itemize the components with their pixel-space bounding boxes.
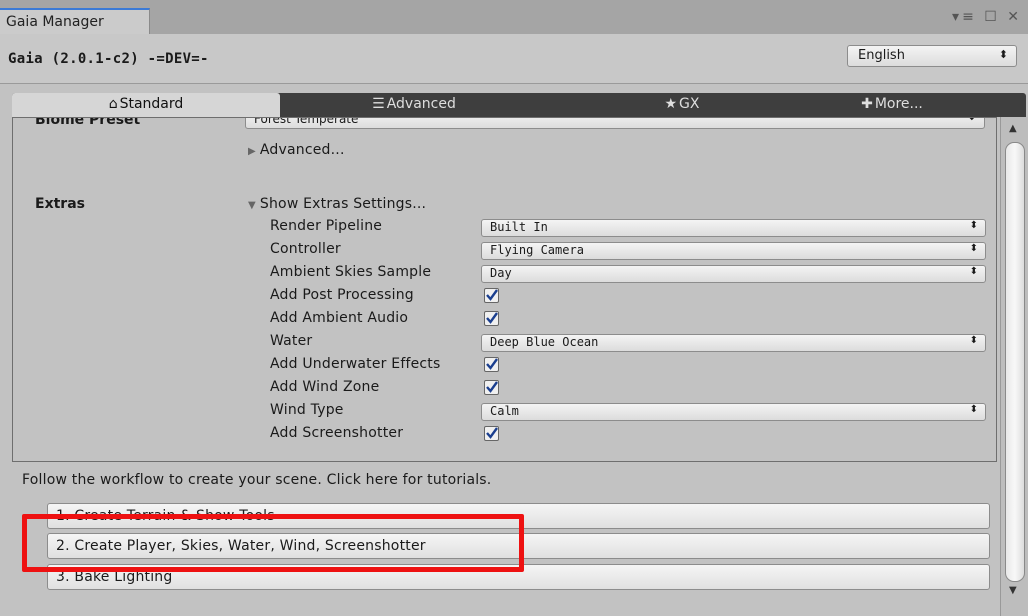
- list-icon: ☰: [372, 96, 385, 112]
- ambient-skies-select[interactable]: Day ⬍: [481, 265, 986, 283]
- wind-type-label: Wind Type: [270, 402, 344, 418]
- chevron-updown-icon: ⬍: [969, 266, 978, 277]
- scroll-down-icon[interactable]: ▼: [1009, 585, 1017, 596]
- water-value: Deep Blue Ocean: [490, 335, 599, 349]
- render-pipeline-label: Render Pipeline: [270, 218, 383, 234]
- tab-standard[interactable]: ⌂ Standard: [12, 93, 280, 117]
- ambient-skies-value: Day: [490, 266, 512, 280]
- wind-zone-label: Add Wind Zone: [270, 379, 380, 395]
- post-processing-label: Add Post Processing: [270, 287, 414, 303]
- tab-standard-label: Standard: [119, 96, 184, 112]
- checkmark-icon: [486, 289, 498, 301]
- workflow-tutorial-link[interactable]: Follow the workflow to create your scene…: [22, 472, 491, 488]
- window-tab-gaia-manager[interactable]: Gaia Manager: [0, 8, 150, 34]
- chevron-updown-icon: ⬍: [969, 335, 978, 346]
- advanced-foldout-label: Advanced...: [259, 142, 345, 158]
- scroll-up-icon[interactable]: ▲: [1009, 123, 1017, 134]
- chevron-updown-icon: ⬍: [969, 404, 978, 415]
- window-controls[interactable]: ▾≡ ☐ ✕: [952, 9, 1022, 25]
- checkmark-icon: [486, 358, 498, 370]
- scroll-thumb[interactable]: [1005, 142, 1025, 582]
- create-player-button[interactable]: 2. Create Player, Skies, Water, Wind, Sc…: [47, 533, 990, 559]
- advanced-foldout[interactable]: ▶ Advanced...: [248, 142, 345, 158]
- main-tabs: ⌂ Standard ☰ Advanced ★ GX ✚ More...: [12, 93, 1026, 117]
- tab-advanced[interactable]: ☰ Advanced: [280, 93, 548, 117]
- underwater-effects-checkbox[interactable]: [484, 357, 499, 372]
- wind-type-select[interactable]: Calm ⬍: [481, 403, 986, 421]
- language-value: English: [858, 48, 905, 63]
- tab-advanced-label: Advanced: [386, 96, 456, 112]
- controller-select[interactable]: Flying Camera ⬍: [481, 242, 986, 260]
- ambient-skies-label: Ambient Skies Sample: [270, 264, 432, 280]
- biome-preset-value: Forest Temperate: [254, 117, 359, 126]
- underwater-effects-label: Add Underwater Effects: [270, 356, 441, 372]
- tab-more[interactable]: ✚ More...: [758, 93, 1026, 117]
- water-label: Water: [270, 333, 313, 349]
- controller-label: Controller: [270, 241, 341, 257]
- checkmark-icon: [486, 381, 498, 393]
- checkmark-icon: [486, 312, 498, 324]
- wind-type-value: Calm: [490, 404, 519, 418]
- wind-zone-checkbox[interactable]: [484, 380, 499, 395]
- ambient-audio-checkbox[interactable]: [484, 311, 499, 326]
- triangle-right-icon: ▶: [248, 146, 256, 157]
- toolbar: Gaia (2.0.1-c2) -=DEV=- English ⬍: [0, 34, 1028, 84]
- checkmark-icon: [486, 427, 498, 439]
- create-terrain-button[interactable]: 1. Create Terrain & Show Tools: [47, 503, 990, 529]
- home-icon: ⌂: [108, 96, 118, 112]
- language-select[interactable]: English ⬍: [847, 45, 1017, 67]
- chevron-updown-icon: ⬍: [969, 220, 978, 231]
- biome-preset-select[interactable]: Forest Temperate ⬍: [245, 117, 985, 129]
- star-icon: ★: [664, 96, 678, 112]
- extras-label: Extras: [35, 196, 85, 212]
- chevron-updown-icon: ⬍: [969, 243, 978, 254]
- post-processing-checkbox[interactable]: [484, 288, 499, 303]
- screenshotter-checkbox[interactable]: [484, 426, 499, 441]
- chevron-updown-icon: ⬍: [967, 117, 976, 123]
- biome-preset-label: Biome Preset: [35, 117, 141, 128]
- vertical-scrollbar[interactable]: ▲ ▼: [1000, 117, 1028, 616]
- water-select[interactable]: Deep Blue Ocean ⬍: [481, 334, 986, 352]
- render-pipeline-value: Built In: [490, 220, 548, 234]
- screenshotter-label: Add Screenshotter: [270, 425, 404, 441]
- window-tab-strip: Gaia Manager ▾≡ ☐ ✕: [0, 0, 1028, 34]
- render-pipeline-select[interactable]: Built In ⬍: [481, 219, 986, 237]
- chevron-updown-icon: ⬍: [998, 48, 1008, 61]
- extras-foldout-label: Show Extras Settings...: [259, 196, 427, 212]
- controller-value: Flying Camera: [490, 243, 584, 257]
- bake-lighting-button[interactable]: 3. Bake Lighting: [47, 564, 990, 590]
- extras-foldout[interactable]: ▼ Show Extras Settings...: [248, 196, 426, 212]
- tab-gx-label: GX: [679, 96, 700, 112]
- settings-panel: Biome Preset Forest Temperate ⬍ ▶ Advance…: [12, 117, 997, 462]
- triangle-down-icon: ▼: [248, 200, 256, 211]
- tab-more-label: More...: [874, 96, 923, 112]
- app-title: Gaia (2.0.1-c2) -=DEV=-: [8, 51, 209, 67]
- plus-icon: ✚: [861, 96, 873, 112]
- ambient-audio-label: Add Ambient Audio: [270, 310, 409, 326]
